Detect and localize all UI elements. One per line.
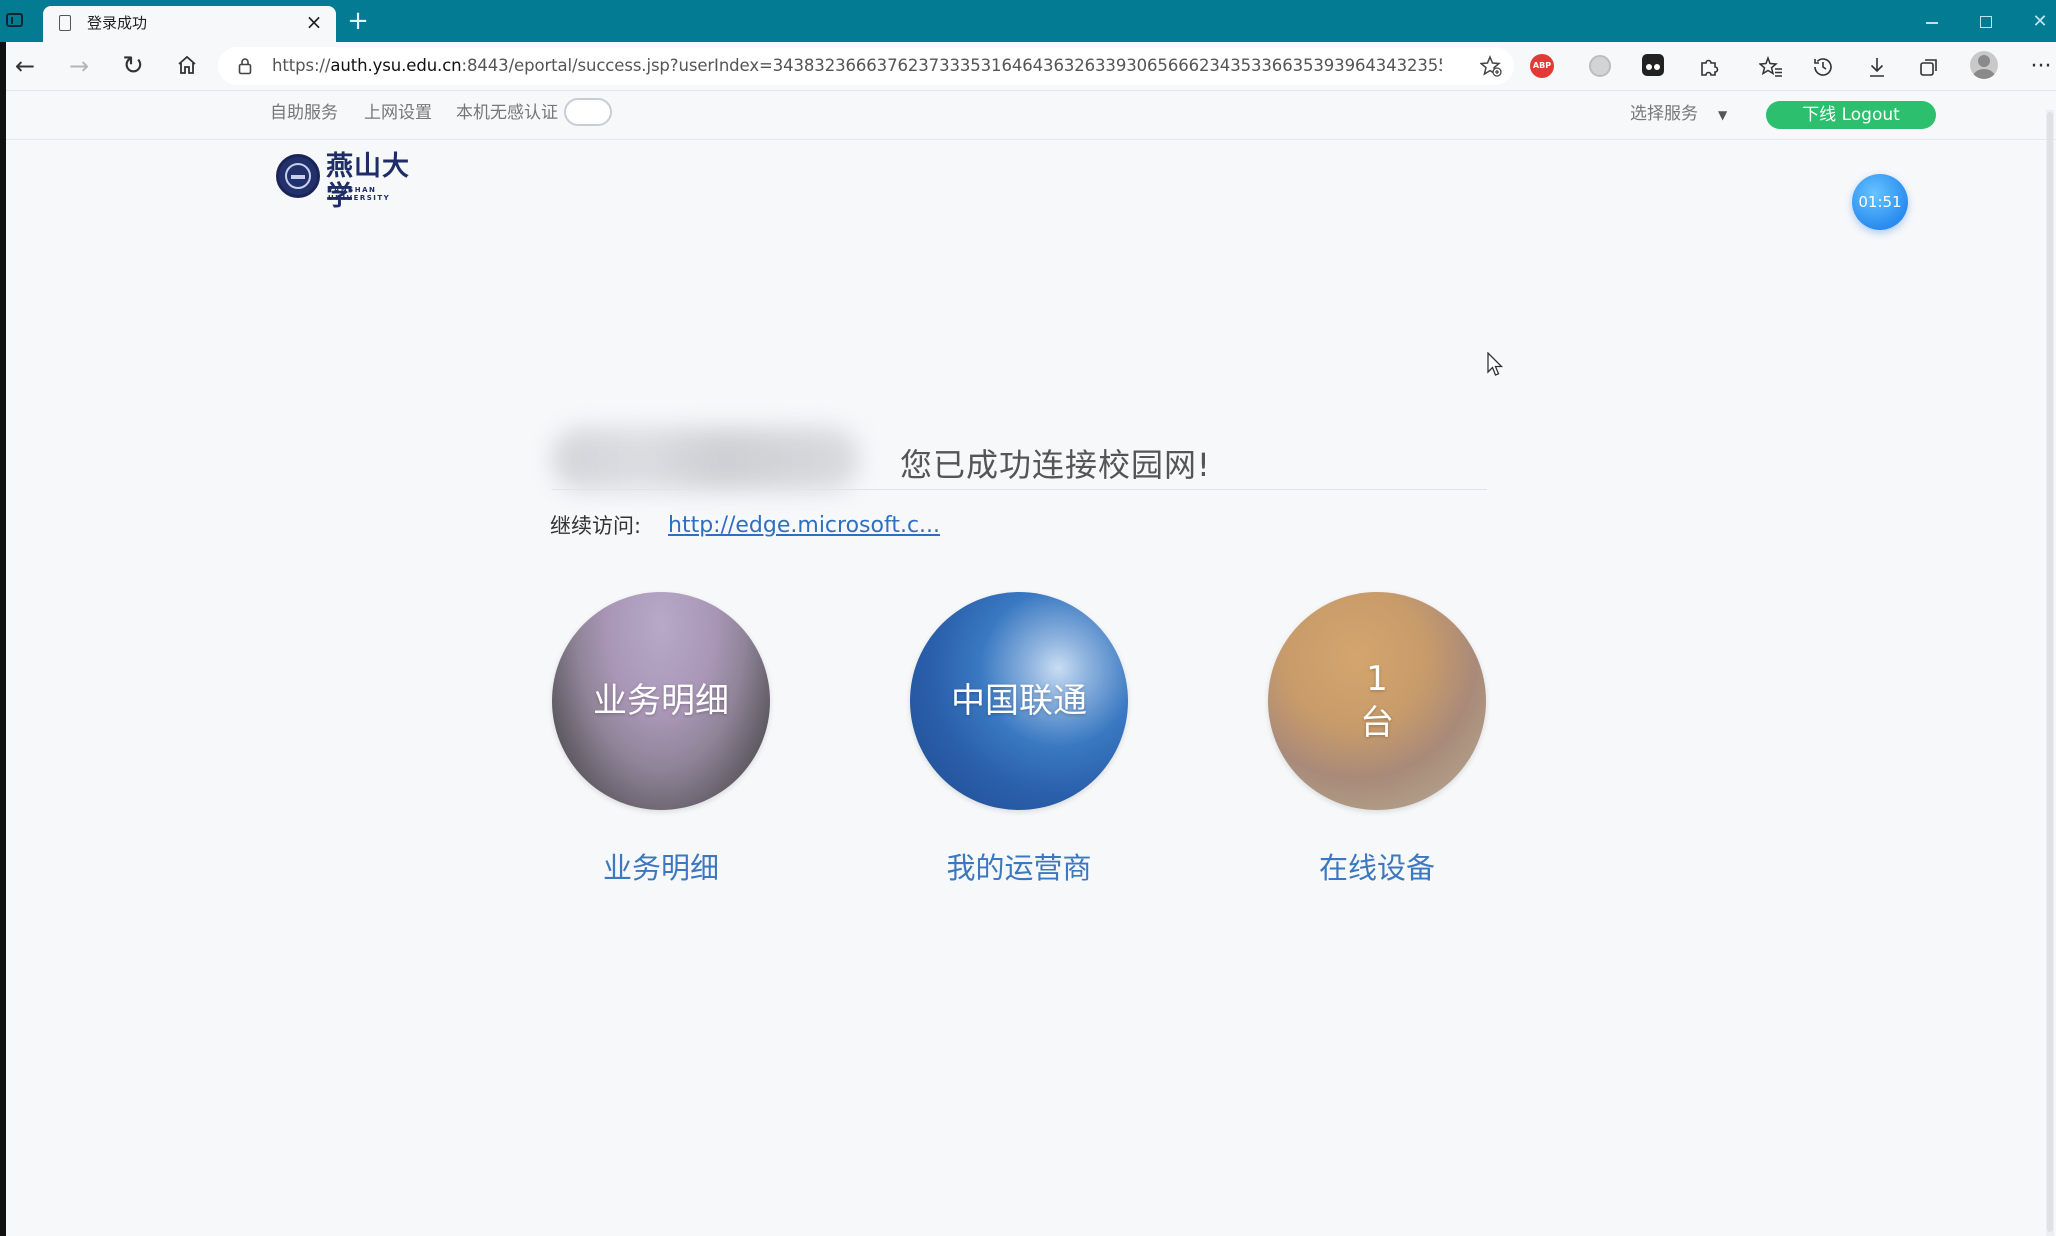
close-tab-icon[interactable]: × (302, 10, 326, 34)
forward-icon[interactable]: → (64, 51, 94, 81)
close-window-icon[interactable]: ✕ (2026, 10, 2054, 34)
portal-topbar: 自助服务 上网设置 本机无感认证 选择服务 ▼ 下线 Logout (6, 91, 2056, 140)
nav-seamless-auth-label: 本机无感认证 (456, 103, 558, 123)
nav-self-service[interactable]: 自助服务 (270, 99, 338, 127)
online-devices-link[interactable]: 在线设备 (1268, 848, 1486, 888)
continue-label: 继续访问: (550, 514, 642, 538)
window-edge (0, 0, 6, 1236)
page-icon (59, 15, 71, 31)
minimize-icon[interactable] (1918, 10, 1946, 34)
tab-actions-icon[interactable] (6, 13, 23, 27)
collections-icon[interactable] (1914, 52, 1944, 82)
lock-icon[interactable] (238, 57, 252, 75)
favorites-icon[interactable] (1756, 52, 1786, 82)
success-message: 您已成功连接校园网! (900, 446, 1211, 484)
logout-button[interactable]: 下线 Logout (1766, 101, 1936, 129)
extension-icon[interactable] (1589, 55, 1611, 77)
browser-toolbar: ← → ↻ https://auth.ysu.edu.cn:8443/eport… (6, 42, 2056, 91)
username-redacted (552, 428, 860, 490)
history-icon[interactable] (1808, 52, 1838, 82)
tab-active[interactable]: 登录成功 × (43, 6, 336, 42)
circle-label: 业务明细 (593, 681, 729, 721)
back-icon[interactable]: ← (10, 51, 40, 81)
address-bar[interactable]: https://auth.ysu.edu.cn:8443/eportal/suc… (218, 47, 1514, 85)
chevron-down-icon[interactable]: ▼ (1718, 101, 1727, 129)
service-select[interactable]: 选择服务 (1630, 100, 1698, 128)
home-icon[interactable] (172, 51, 202, 81)
online-devices-circle[interactable]: 1 台 (1268, 592, 1486, 810)
mouse-cursor-icon (1487, 352, 1504, 376)
tab-title: 登录成功 (87, 14, 148, 32)
business-details-link[interactable]: 业务明细 (552, 848, 770, 888)
nav-net-settings[interactable]: 上网设置 (364, 99, 432, 127)
device-unit: 台 (1360, 703, 1394, 743)
url-text[interactable]: https://auth.ysu.edu.cn:8443/eportal/suc… (272, 56, 1442, 76)
my-carrier-link[interactable]: 我的运营商 (910, 848, 1128, 888)
device-count: 1 (1366, 659, 1388, 699)
continue-link[interactable]: http://edge.microsoft.c... (668, 510, 940, 542)
session-timer: 01:51 (1852, 174, 1908, 230)
seamless-auth-toggle[interactable] (564, 98, 612, 126)
download-icon[interactable] (1862, 52, 1892, 82)
extension-icon[interactable] (1642, 54, 1664, 76)
logo-text: 燕山大学 (326, 151, 410, 212)
business-details-circle[interactable]: 业务明细 (552, 592, 770, 810)
seal-icon (276, 154, 320, 198)
circle-label: 中国联通 (951, 681, 1087, 721)
maximize-icon[interactable] (1972, 10, 2000, 34)
divider (552, 489, 1487, 490)
new-tab-button[interactable]: + (344, 8, 372, 36)
add-favorite-icon[interactable] (1480, 55, 1502, 77)
adblock-icon[interactable]: ABP (1530, 54, 1554, 78)
profile-icon[interactable] (1970, 51, 1998, 79)
university-logo[interactable]: 燕山大学 YANSHAN UNIVERSITY (276, 152, 428, 212)
carrier-circle[interactable]: 中国联通 (910, 592, 1128, 810)
browser-titlebar: 登录成功 × + ✕ (0, 0, 2056, 42)
scrollbar-thumb[interactable] (2047, 112, 2053, 1232)
refresh-icon[interactable]: ↻ (118, 51, 148, 81)
more-icon[interactable]: ··· (2026, 52, 2056, 82)
puzzle-icon[interactable] (1694, 52, 1724, 82)
logo-subtext: YANSHAN UNIVERSITY (328, 186, 391, 202)
